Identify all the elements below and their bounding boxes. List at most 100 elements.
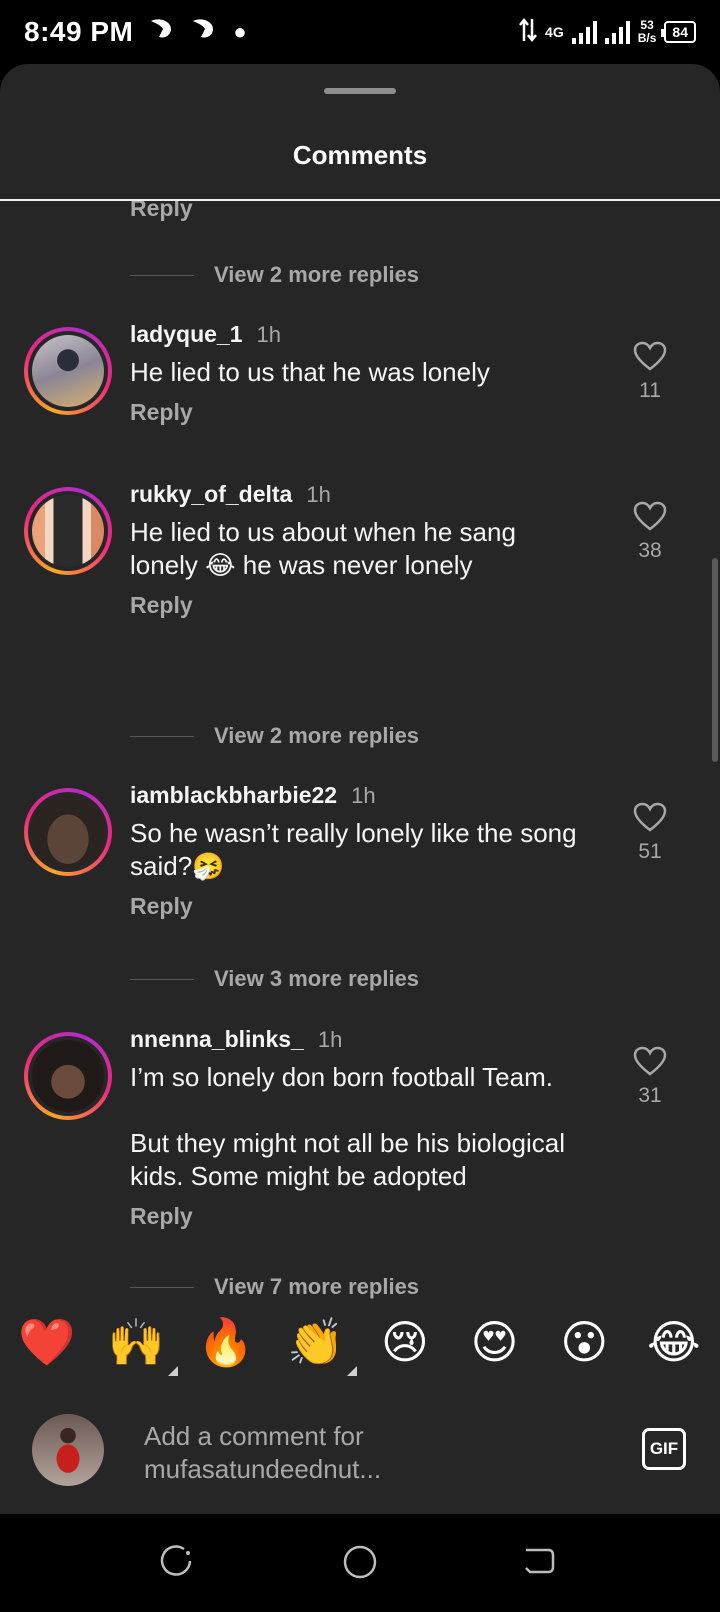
view-more-replies[interactable]: View 2 more replies xyxy=(0,723,419,749)
reply-button[interactable]: Reply xyxy=(130,1203,610,1230)
comment-item: ladyque_1 1h He lied to us that he was l… xyxy=(0,321,720,426)
thread-line xyxy=(130,1286,194,1288)
thread-line xyxy=(130,735,194,737)
avatar[interactable] xyxy=(24,1032,112,1120)
view-more-replies[interactable]: View 2 more replies xyxy=(0,262,419,288)
scrollbar[interactable] xyxy=(712,558,718,762)
signal-strength-icon xyxy=(604,20,630,44)
data-rate: 53 B/s xyxy=(638,19,657,45)
reaction-laughing[interactable]: 😂 xyxy=(646,1315,702,1369)
quick-reactions-bar: ❤️ 🙌 🔥 👏 😢 😍 😮 😂 xyxy=(0,1302,720,1382)
home-button[interactable] xyxy=(342,1544,378,1585)
reaction-clapping-emoji: 👏 xyxy=(287,1315,345,1368)
comment-time: 1h xyxy=(256,322,281,347)
comments-list[interactable]: Reply View 2 more replies ladyque_1 1h H… xyxy=(0,201,720,1360)
comment-input-placeholder: Add a comment for xyxy=(144,1421,364,1451)
comment-text-blank-line xyxy=(130,1094,610,1127)
avatar[interactable] xyxy=(24,788,112,876)
comment-username[interactable]: nnenna_blinks_ xyxy=(130,1026,304,1053)
comment-composer: Add a comment for mufasatundeednut... GI… xyxy=(0,1412,720,1512)
reaction-clapping[interactable]: 👏 xyxy=(287,1315,358,1376)
reaction-heart-eyes[interactable]: 😍 xyxy=(467,1315,523,1369)
battery-icon: 84 xyxy=(661,21,696,43)
like-count: 38 xyxy=(638,539,662,562)
status-time: 8:49 PM xyxy=(24,16,134,47)
comment-item: nnenna_blinks_ 1h I’m so lonely don born… xyxy=(0,1026,720,1230)
skin-tone-indicator-icon xyxy=(167,1365,178,1376)
like-button[interactable]: 38 xyxy=(620,501,680,563)
reply-button[interactable]: Reply xyxy=(130,592,610,619)
sheet-title: Comments xyxy=(292,140,428,170)
back-button[interactable] xyxy=(522,1544,556,1583)
comment-username[interactable]: iamblackbharbie22 xyxy=(130,782,337,809)
reply-button[interactable]: Reply xyxy=(130,893,610,920)
reaction-fire[interactable]: 🔥 xyxy=(197,1315,254,1370)
heart-icon xyxy=(633,802,667,832)
like-button[interactable]: 11 xyxy=(620,341,680,403)
comment-text-line: lonely 😂 he was never lonely xyxy=(130,550,473,580)
like-count: 31 xyxy=(638,1084,662,1107)
reaction-surprised[interactable]: 😮 xyxy=(556,1315,612,1369)
avatar[interactable] xyxy=(24,327,112,415)
view-more-replies-label: View 2 more replies xyxy=(214,262,420,287)
data-rate-unit: B/s xyxy=(637,31,657,45)
recent-apps-button[interactable] xyxy=(160,1544,194,1583)
comment-username[interactable]: ladyque_1 xyxy=(130,321,243,348)
comment-item: rukky_of_delta 1h He lied to us about wh… xyxy=(0,481,720,619)
comment-text-line: said?🤧 xyxy=(130,851,225,881)
data-transfer-icon xyxy=(519,17,538,48)
heart-icon xyxy=(633,341,667,371)
thread-line xyxy=(130,274,194,276)
comment-text-line: But they might not all be his biological xyxy=(130,1128,566,1158)
notification-app-icon xyxy=(147,15,175,50)
status-bar: 8:49 PM ● 4G 53 B/s 84 xyxy=(0,0,720,64)
reply-button[interactable]: Reply xyxy=(130,399,610,426)
comment-username[interactable]: rukky_of_delta xyxy=(130,481,292,508)
comment-text-line: So he wasn’t really lonely like the song xyxy=(130,818,577,848)
reply-button[interactable]: Reply xyxy=(130,201,193,222)
comment-time: 1h xyxy=(317,1027,343,1052)
view-more-replies[interactable]: View 7 more replies xyxy=(0,1274,419,1300)
back-icon xyxy=(525,1548,555,1574)
comment-text: He lied to us that he was lonely xyxy=(130,356,610,389)
comment-time: 1h xyxy=(306,482,331,507)
comment-text: He lied to us about when he sang lonely … xyxy=(130,516,610,582)
reaction-raised-hands-emoji: 🙌 xyxy=(107,1315,165,1368)
reaction-crying[interactable]: 😢 xyxy=(377,1315,433,1369)
comment-text-line: He lied to us that he was lonely xyxy=(130,357,490,387)
current-user-avatar xyxy=(32,1414,104,1486)
drag-handle[interactable] xyxy=(324,88,396,94)
network-type: 4G xyxy=(545,24,564,40)
like-button[interactable]: 51 xyxy=(620,802,680,864)
like-count: 11 xyxy=(639,379,661,402)
reaction-raised-hands[interactable]: 🙌 xyxy=(107,1315,178,1376)
view-more-replies-label: View 2 more replies xyxy=(214,723,420,748)
comment-time: 1h xyxy=(351,783,376,808)
avatar[interactable] xyxy=(24,487,112,575)
comments-sheet: Comments Reply View 2 more replies ladyq… xyxy=(0,64,720,1514)
signal-strength-icon xyxy=(571,20,597,44)
comment-text-line: kids. Some might be adopted xyxy=(130,1161,467,1191)
view-more-replies-label: View 3 more replies xyxy=(214,966,420,991)
like-button[interactable]: 31 xyxy=(620,1046,680,1108)
notification-dot-icon: ● xyxy=(233,19,247,44)
comment-text: I’m so lonely don born football Team. Bu… xyxy=(130,1061,610,1193)
system-navigation-bar xyxy=(0,1514,720,1612)
view-more-replies[interactable]: View 3 more replies xyxy=(0,966,419,992)
comment-text-line: He lied to us about when he sang xyxy=(130,517,516,547)
comment-input[interactable]: Add a comment for mufasatundeednut... xyxy=(144,1420,564,1486)
view-more-replies-label: View 7 more replies xyxy=(214,1274,420,1299)
reaction-heart[interactable]: ❤️ xyxy=(18,1315,75,1370)
comment-item: iamblackbharbie22 1h So he wasn’t really… xyxy=(0,782,720,920)
comment-text-line: I’m so lonely don born football Team. xyxy=(130,1062,553,1092)
status-indicators: 4G 53 B/s 84 xyxy=(519,17,696,48)
home-circle-icon xyxy=(343,1545,377,1579)
like-count: 51 xyxy=(638,840,662,863)
comment-input-placeholder: mufasatundeednut... xyxy=(144,1454,382,1484)
heart-icon xyxy=(633,1046,667,1076)
thread-line xyxy=(130,978,194,980)
comment-text: So he wasn’t really lonely like the song… xyxy=(130,817,610,883)
gif-button[interactable]: GIF xyxy=(642,1428,686,1470)
recent-apps-icon xyxy=(160,1545,192,1576)
notification-app-icon xyxy=(189,15,217,50)
